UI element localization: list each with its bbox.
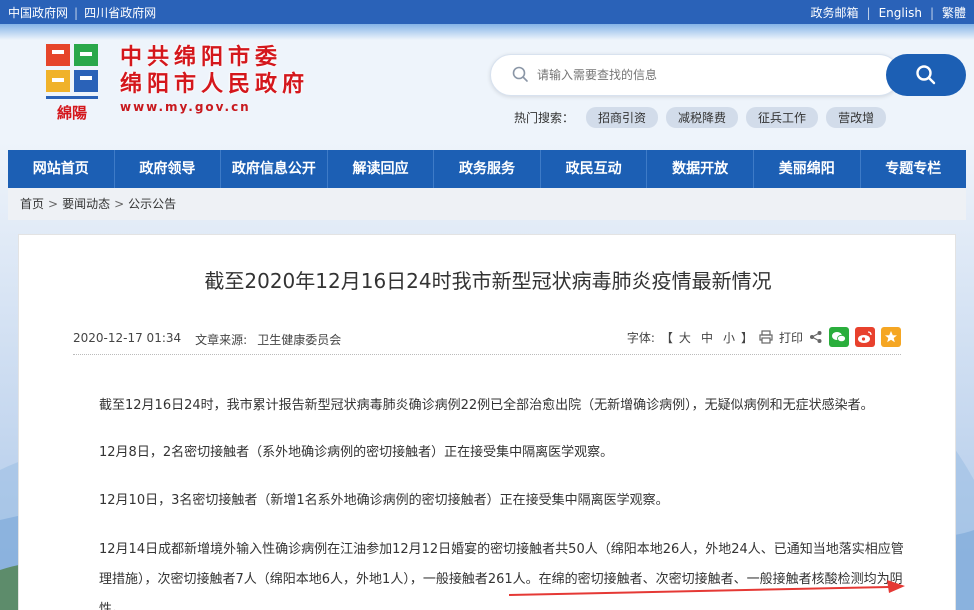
search-icon (512, 66, 528, 82)
article-meta: 2020-12-17 01:34 文章来源: 卫生健康委员会 字体: 【 大 中 … (73, 325, 901, 355)
font-size-large[interactable]: 大 (679, 329, 691, 346)
link-sichuan-gov[interactable]: 四川省政府网 (84, 4, 156, 21)
breadcrumb-home[interactable]: 首页 (20, 197, 44, 211)
hot-search: 热门搜索： 招商引资 减税降费 征兵工作 营改增 (514, 107, 887, 128)
separator: | (866, 5, 871, 20)
hot-tag[interactable]: 减税降费 (666, 107, 739, 128)
title-line-2: 绵阳市人民政府 (120, 72, 310, 97)
link-gov-mail[interactable]: 政务邮箱 (811, 4, 859, 21)
hot-tag[interactable]: 招商引资 (586, 107, 659, 128)
print-icon[interactable] (759, 330, 773, 344)
city-logo[interactable]: 綿陽 (44, 42, 100, 124)
article-paragraph: 12月8日，2名密切接触者（系外地确诊病例的密切接触者）正在接受集中隔离医学观察… (99, 445, 614, 460)
article-date: 2020-12-17 01:34 (73, 331, 182, 345)
hot-tag[interactable]: 征兵工作 (746, 107, 819, 128)
nav-item-services[interactable]: 政务服务 (434, 150, 541, 188)
hot-search-label: 热门搜索： (514, 111, 575, 125)
font-size-medium[interactable]: 中 (701, 329, 713, 346)
separator: | (74, 5, 79, 20)
search-bar (490, 54, 966, 96)
nav-item-info-disclosure[interactable]: 政府信息公开 (221, 150, 328, 188)
annotation-arrow (509, 580, 905, 596)
nav-item-interaction[interactable]: 政民互动 (541, 150, 648, 188)
article-title: 截至2020年12月16日24时我市新型冠状病毒肺炎疫情最新情况 (204, 269, 772, 293)
nav-item-home[interactable]: 网站首页 (8, 150, 115, 188)
main-nav: 网站首页 政府领导 政府信息公开 解读回应 政务服务 政民互动 数据开放 美丽绵… (8, 150, 966, 188)
logo-text: 綿陽 (57, 104, 87, 122)
nav-item-beautiful-mianyang[interactable]: 美丽绵阳 (754, 150, 861, 188)
top-strip: 中国政府网 | 四川省政府网 政务邮箱 | English | 繁體 (0, 0, 974, 24)
font-bracket-open: 【 (660, 330, 673, 345)
nav-item-leaders[interactable]: 政府领导 (115, 150, 222, 188)
weibo-share-icon[interactable] (855, 327, 875, 347)
search-input[interactable] (537, 63, 887, 87)
link-china-gov[interactable]: 中国政府网 (8, 4, 68, 21)
font-bracket-close: 】 (740, 330, 753, 345)
source-label: 文章来源: (195, 333, 248, 347)
article-panel: 截至2020年12月16日24时我市新型冠状病毒肺炎疫情最新情况 2020-12… (18, 234, 956, 610)
site-url: www.my.gov.cn (120, 100, 251, 114)
breadcrumb-news[interactable]: 要闻动态 (62, 197, 110, 211)
favorite-icon[interactable] (881, 327, 901, 347)
separator: | (929, 5, 934, 20)
breadcrumb: 首页 > 要闻动态 > 公示公告 (8, 188, 966, 220)
breadcrumb-separator: > (48, 197, 59, 211)
wechat-share-icon[interactable] (829, 327, 849, 347)
share-icon[interactable] (809, 330, 823, 344)
font-size-small[interactable]: 小 (723, 329, 735, 346)
site-title[interactable]: 中共绵阳市委 绵阳市人民政府 www.my.gov.cn (120, 44, 309, 114)
link-english[interactable]: English (879, 6, 922, 20)
article-source: 卫生健康委员会 (257, 333, 342, 347)
nav-item-open-data[interactable]: 数据开放 (647, 150, 754, 188)
font-size-label: 字体: (626, 330, 655, 345)
breadcrumb-separator: > (114, 197, 125, 211)
hot-tag[interactable]: 营改增 (826, 107, 887, 128)
search-icon (916, 65, 936, 85)
print-button[interactable]: 打印 (779, 329, 803, 346)
article-paragraph: 12月10日，3名密切接触者（新增1名系外地确诊病例的密切接触者）正在接受集中隔… (99, 493, 669, 508)
title-line-1: 中共绵阳市委 (120, 45, 283, 70)
search-button[interactable] (886, 54, 966, 96)
link-traditional[interactable]: 繁體 (942, 4, 966, 21)
article-paragraph: 截至12月16日24时，我市累计报告新型冠状病毒肺炎确诊病例22例已全部治愈出院… (99, 398, 874, 413)
nav-item-interpretation[interactable]: 解读回应 (328, 150, 435, 188)
breadcrumb-notices[interactable]: 公示公告 (128, 197, 176, 211)
nav-item-topics[interactable]: 专题专栏 (861, 150, 967, 188)
search-box (490, 54, 900, 96)
